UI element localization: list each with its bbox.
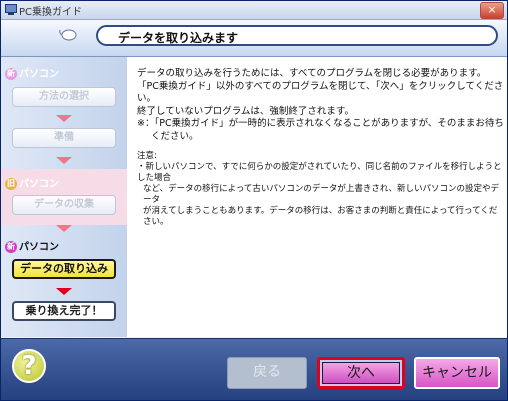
- instruction-line: 「PC乗換ガイド」以外のすべてのプログラムを閉じて、「次へ」をクリックしてくださ…: [137, 80, 504, 105]
- instruction-line: 終了していないプログラムは、強制終了されます。: [137, 105, 354, 117]
- note-line: など、データの移行によって古いパソコンのデータが上書きされ、新しいパソコンの設定…: [143, 184, 499, 205]
- instruction-line: ください。: [151, 130, 199, 142]
- help-button[interactable]: ?: [12, 349, 46, 383]
- step-sidebar: 新パソコン 方法の選択 準備 旧パソコン データの収集 新パソコン データの取り…: [1, 57, 127, 337]
- cancel-button[interactable]: キャンセル: [414, 357, 500, 389]
- header-band: データを取り込みます: [1, 20, 507, 57]
- close-button[interactable]: ×: [480, 2, 504, 19]
- window-title: PC乗換ガイド: [19, 7, 83, 18]
- instruction-line: ※：「PC乗換ガイド」が一時的に表示されなくなることがありますが、そのままお待ち: [137, 118, 504, 129]
- new-badge-icon: 新: [5, 241, 17, 253]
- mouse-icon: [59, 29, 77, 41]
- caution-note: 注意: ・新しいパソコンで、すでに何らかの設定がされていたり、同じ名前のファイル…: [137, 151, 505, 228]
- step-arrow-icon: [56, 157, 72, 164]
- app-icon: [5, 4, 17, 15]
- page-title: データを取り込みます: [118, 31, 239, 45]
- step-data-import: データの取り込み: [12, 259, 116, 279]
- next-button-label: 次へ: [322, 362, 400, 384]
- app-window: PC乗換ガイド × データを取り込みます 新パソコン 方法の選択 準備 旧パソコ…: [0, 0, 508, 401]
- next-button[interactable]: 次へ: [317, 357, 405, 389]
- step-arrow-icon: [56, 225, 72, 232]
- new-pc-label-2: パソコン: [19, 242, 59, 253]
- note-title: 注意:: [137, 151, 157, 161]
- back-button[interactable]: 戻る: [227, 357, 307, 389]
- step-method-selection: 方法の選択: [12, 87, 116, 107]
- note-line: が消えてしまうこともあります。データの移行は、お客さまの判断と責任によって行って…: [143, 206, 498, 227]
- instruction-message: データの取り込みを行うためには、すべてのプログラムを閉じる必要があります。 「P…: [137, 68, 505, 143]
- new-badge-icon: 新: [5, 68, 17, 80]
- step-preparation: 準備: [12, 128, 116, 148]
- old-pc-section-header: 旧パソコン: [5, 175, 59, 190]
- step-data-collection: データの収集: [12, 195, 116, 215]
- step-complete: 乗り換え完了！: [12, 301, 116, 321]
- new-pc-label: パソコン: [19, 69, 59, 80]
- step-arrow-icon: [56, 115, 72, 122]
- new-pc-section-header-2: 新パソコン: [5, 238, 59, 253]
- step-arrow-icon: [56, 288, 72, 295]
- instruction-line: データの取り込みを行うためには、すべてのプログラムを閉じる必要があります。: [137, 68, 487, 79]
- old-pc-label: パソコン: [19, 179, 59, 190]
- header-title-pill: データを取り込みます: [96, 25, 498, 46]
- note-line: ・新しいパソコンで、すでに何らかの設定がされていたり、同じ名前のファイルを移行し…: [137, 162, 502, 183]
- main-content: データの取り込みを行うためには、すべてのプログラムを閉じる必要があります。 「P…: [127, 57, 507, 337]
- old-badge-icon: 旧: [5, 178, 17, 190]
- new-pc-section-header: 新パソコン: [5, 65, 59, 80]
- footer-bar: ? 戻る 次へ キャンセル: [1, 338, 507, 400]
- title-bar: PC乗換ガイド ×: [1, 1, 507, 20]
